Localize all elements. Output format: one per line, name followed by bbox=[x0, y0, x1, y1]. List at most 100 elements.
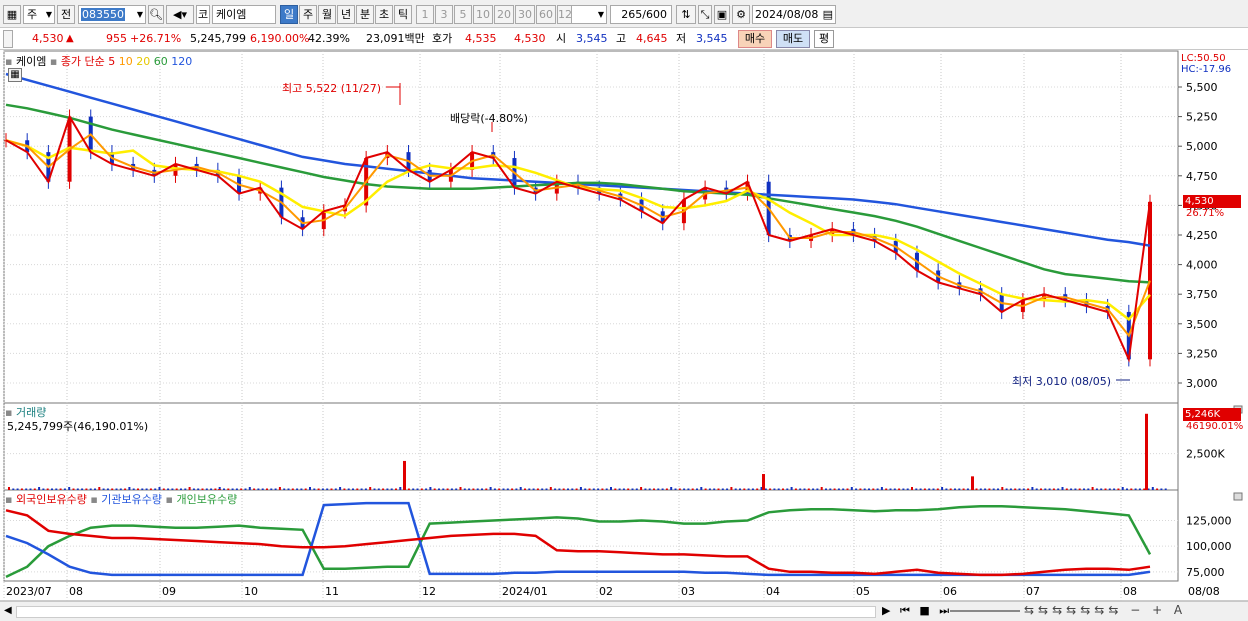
volume-bar-232 bbox=[1005, 488, 1008, 490]
interval-button-5[interactable]: 5 bbox=[454, 5, 472, 24]
volume-bar-261 bbox=[1130, 488, 1133, 490]
volume-bar-202 bbox=[876, 488, 879, 490]
volume-bar-161 bbox=[700, 487, 703, 490]
x-axis-label-11: 06 bbox=[943, 585, 957, 598]
holding-panel-legend: ▪ 외국인보유수량 ▪ 기관보유수량 ▪ 개인보유수량 bbox=[5, 491, 237, 507]
eval-button[interactable]: 평 bbox=[814, 30, 834, 48]
gear-icon[interactable]: ⚙ bbox=[732, 5, 750, 24]
panel-marker-icon: ▪ bbox=[90, 493, 98, 506]
volume-bar-73 bbox=[321, 488, 324, 490]
volume-bar-183 bbox=[794, 488, 797, 490]
chart-type-icon[interactable]: ⇅ bbox=[676, 5, 696, 24]
volume-bar-212 bbox=[919, 488, 922, 490]
price-tick-label-1: 5,250 bbox=[1186, 111, 1218, 124]
volume-bar-258 bbox=[1117, 488, 1120, 490]
volume-bar-227 bbox=[984, 488, 987, 490]
sound-icon[interactable]: ◀▾ bbox=[166, 5, 194, 24]
volume-bar-62 bbox=[274, 488, 277, 490]
price-tick-label-7: 3,750 bbox=[1186, 288, 1218, 301]
volume-bar-213 bbox=[923, 488, 926, 490]
count-field[interactable]: 265/600 bbox=[610, 5, 672, 24]
volume-bar-98 bbox=[429, 487, 432, 490]
volume-bar-140 bbox=[610, 487, 612, 490]
volume-bar-9 bbox=[46, 488, 49, 490]
volume-bar-78 bbox=[343, 488, 346, 490]
search-icon[interactable]: 🔍︎ bbox=[148, 5, 164, 24]
volume-bar-83 bbox=[364, 488, 367, 490]
volume-bar-0 bbox=[8, 487, 10, 490]
x-axis-label-2: 09 bbox=[162, 585, 176, 598]
sell-button[interactable]: 매도 bbox=[776, 30, 810, 48]
period-button-1[interactable]: 주 bbox=[299, 5, 317, 24]
grid-toggle-icon[interactable]: ▦ bbox=[8, 68, 22, 82]
tool-icons[interactable]: ⇆⇆⇆⇆⇆⇆⇆ − + A bbox=[1024, 603, 1186, 617]
volume-bar-119 bbox=[519, 487, 522, 490]
volume-bar-163 bbox=[708, 488, 711, 490]
calendar-icon[interactable]: ▤ bbox=[823, 6, 833, 23]
layout-icon[interactable]: ▦ bbox=[3, 5, 21, 24]
volume-bar-4 bbox=[25, 488, 28, 490]
interval-button-30[interactable]: 30 bbox=[515, 5, 535, 24]
period-button-0[interactable]: 일 bbox=[280, 5, 298, 24]
volume-bar-235 bbox=[1018, 488, 1021, 490]
stock-name-field[interactable]: 케이엠 bbox=[212, 5, 276, 24]
volume-bar-25 bbox=[115, 488, 118, 490]
volume-bar-256 bbox=[1108, 488, 1111, 490]
date-input[interactable]: 2024/08/08 ▤ bbox=[752, 5, 836, 24]
volume-bar-152 bbox=[661, 488, 664, 490]
interval-button-10[interactable]: 10 bbox=[473, 5, 493, 24]
volume-bar-143 bbox=[622, 488, 625, 490]
period-button-2[interactable]: 월 bbox=[318, 5, 336, 24]
volume-bar-65 bbox=[287, 488, 290, 490]
volume-bar-153 bbox=[665, 488, 668, 490]
period-button-3[interactable]: 년 bbox=[337, 5, 355, 24]
panel-marker-icon: ▪ bbox=[49, 55, 58, 68]
price-tick-label-9: 3,250 bbox=[1186, 347, 1218, 360]
volume-bar-149 bbox=[648, 488, 651, 490]
volume-bar-64 bbox=[283, 488, 286, 490]
period-button-4[interactable]: 분 bbox=[356, 5, 374, 24]
price-tick-label-3: 4,750 bbox=[1186, 170, 1218, 183]
volume-bar-103 bbox=[450, 488, 453, 490]
volume-bar-159 bbox=[691, 488, 694, 490]
x-axis-label-4: 11 bbox=[325, 585, 339, 598]
volume-bar-229 bbox=[992, 488, 995, 490]
scroll-left-icon[interactable]: ◀ bbox=[4, 605, 12, 616]
interval-button-3[interactable]: 3 bbox=[435, 5, 453, 24]
playback-controls[interactable]: ▶ ⏮ ■ ⏭ bbox=[882, 604, 952, 618]
volume-bar-14 bbox=[68, 487, 71, 490]
lc-label: LC:50.50 bbox=[1181, 53, 1226, 64]
prev-button[interactable]: 전 bbox=[57, 5, 75, 24]
volume-tick-label: 2,500K bbox=[1186, 448, 1225, 461]
ma10-label: 10 bbox=[118, 55, 133, 68]
interval-button-60[interactable]: 60 bbox=[536, 5, 556, 24]
period-button-5[interactable]: 초 bbox=[375, 5, 393, 24]
volume-bar-95 bbox=[416, 488, 419, 490]
collapse-handle[interactable] bbox=[3, 30, 13, 48]
volume-bar-195 bbox=[846, 488, 849, 490]
volume-bar-28 bbox=[128, 487, 131, 490]
price-change: 955 bbox=[106, 32, 127, 45]
x-axis-label-3: 10 bbox=[244, 585, 258, 598]
volume-bar-82 bbox=[360, 488, 363, 490]
volume-bar-128 bbox=[558, 488, 561, 490]
stock-code-input[interactable]: 083550 ▼ bbox=[78, 5, 146, 24]
tools-icon[interactable]: ⤡ bbox=[698, 5, 712, 24]
volume-bar-249 bbox=[1078, 488, 1081, 490]
buy-button[interactable]: 매수 bbox=[738, 30, 772, 48]
volume-bar-208 bbox=[902, 488, 905, 490]
volume-bar-162 bbox=[704, 488, 707, 490]
interval-button-1[interactable]: 1 bbox=[416, 5, 434, 24]
stock-chart-svg: 2023/07 08 09 10 11 12 2024/01 02 03 04 05 06 07 08 08… bbox=[0, 50, 1248, 602]
volume-bar-5 bbox=[29, 488, 32, 490]
interval-button-20[interactable]: 20 bbox=[494, 5, 514, 24]
dividend-annotation: 배당락(-4.80%) bbox=[450, 112, 528, 125]
period-button-6[interactable]: 틱 bbox=[394, 5, 412, 24]
ma5-line bbox=[5, 114, 1151, 363]
zoom-slider[interactable] bbox=[950, 610, 1020, 612]
custom-interval-select[interactable]: ▼ bbox=[571, 5, 607, 24]
market-mode-select[interactable]: 주 ▼ bbox=[23, 5, 55, 24]
save-icon[interactable]: ▣ bbox=[714, 5, 730, 24]
volume-bar-185 bbox=[803, 488, 806, 490]
chart-scrollbar[interactable] bbox=[16, 606, 876, 618]
